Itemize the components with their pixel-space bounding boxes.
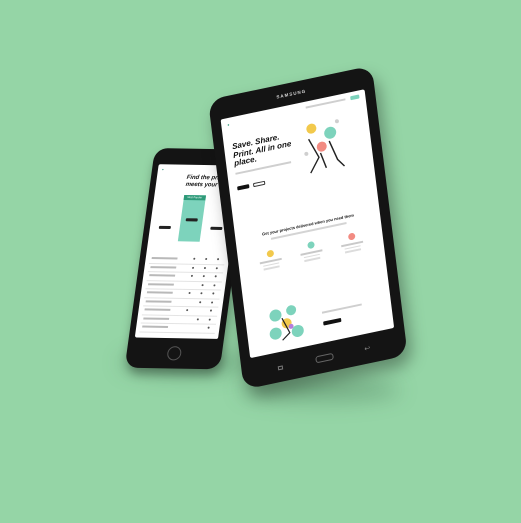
plan-price-placeholder: [156, 211, 178, 216]
hero-illustration: [304, 119, 346, 174]
recent-apps-icon[interactable]: [277, 365, 284, 371]
footer-illustration: [269, 305, 304, 341]
cta-button[interactable]: [323, 317, 342, 326]
plan-button[interactable]: [185, 218, 198, 222]
feature-item: [296, 239, 326, 263]
feature-icon: [265, 249, 274, 258]
feature-icon: [306, 241, 315, 250]
nav-cta-button[interactable]: [350, 94, 360, 101]
comparison-table: [139, 254, 226, 334]
table-row: [139, 323, 216, 334]
feature-icon: [347, 232, 356, 241]
feature-item: [256, 247, 286, 271]
home-button[interactable]: [314, 352, 334, 364]
front-tablet-screen: ● Save. Share. Print. All in one place. …: [220, 89, 395, 359]
hero-secondary-button[interactable]: [252, 180, 266, 188]
front-tablet: SAMSUNG ● Save. Share. Print. All in one…: [208, 65, 408, 390]
back-arrow-icon[interactable]: ↩: [364, 345, 371, 353]
logo: ●: [227, 122, 230, 128]
plan-name-placeholder: [157, 205, 179, 208]
plan-card: [152, 201, 179, 240]
cta-text-line: [321, 303, 362, 314]
plan-card-featured: Most Popular: [177, 194, 207, 242]
plan-button[interactable]: [158, 225, 172, 230]
featured-tag: Most Popular: [183, 194, 207, 201]
home-button[interactable]: [166, 346, 183, 361]
plan-price-placeholder: [182, 203, 204, 208]
nav-links[interactable]: [305, 98, 346, 109]
plan-button[interactable]: [210, 226, 223, 230]
hero-primary-button[interactable]: [237, 184, 250, 191]
feature-item: [337, 230, 367, 254]
logo: ●: [161, 167, 165, 172]
